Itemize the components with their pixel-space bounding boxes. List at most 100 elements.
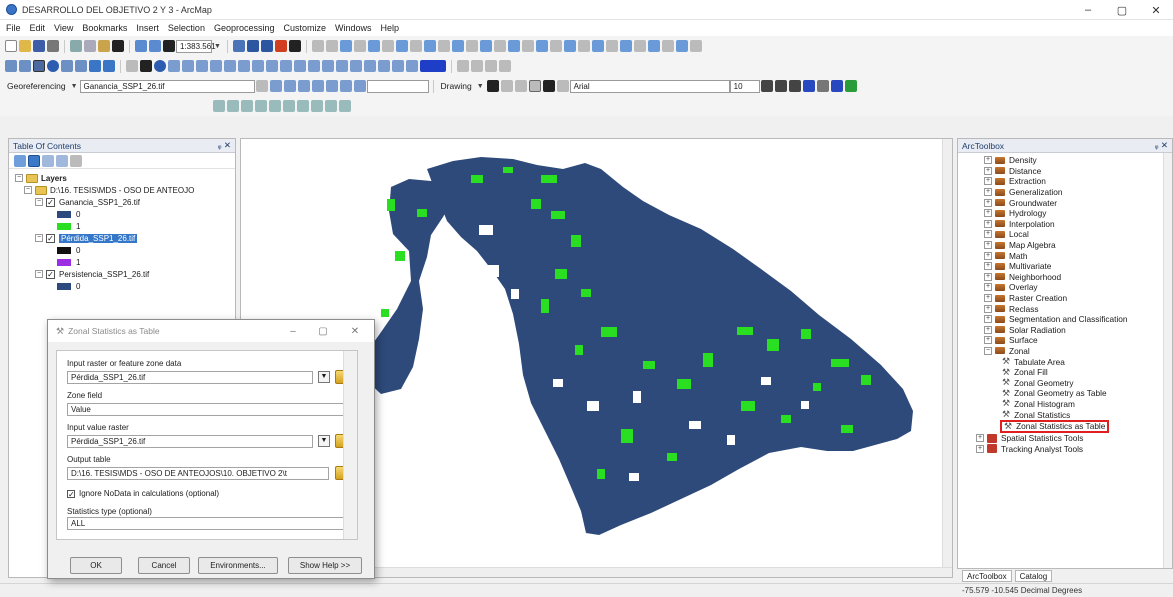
redo-icon[interactable] bbox=[149, 40, 161, 52]
font-color-icon[interactable] bbox=[802, 80, 815, 92]
tool-icon[interactable] bbox=[364, 60, 376, 72]
expand-icon[interactable]: + bbox=[984, 209, 992, 218]
ok-button[interactable]: OK bbox=[70, 557, 122, 574]
forward-icon[interactable] bbox=[103, 60, 115, 72]
expand-icon[interactable]: + bbox=[984, 166, 992, 175]
tool-icon[interactable] bbox=[395, 40, 408, 52]
expand-icon[interactable]: + bbox=[984, 283, 992, 292]
tool-icon[interactable] bbox=[325, 80, 338, 92]
tool-icon[interactable] bbox=[325, 100, 337, 112]
tool-icon[interactable] bbox=[294, 60, 306, 72]
tool-icon[interactable] bbox=[367, 40, 380, 52]
environments-button[interactable]: Environments... bbox=[198, 557, 278, 574]
show-help-button[interactable]: Show Help >> bbox=[288, 557, 362, 574]
save-icon[interactable] bbox=[33, 40, 45, 52]
paste-icon[interactable] bbox=[98, 40, 110, 52]
toc-layer-persistencia[interactable]: − ✓ Persistencia_SSP1_26.tif bbox=[9, 268, 235, 280]
menu-geoprocessing[interactable]: Geoprocessing bbox=[214, 23, 275, 33]
rotate-icon[interactable] bbox=[500, 80, 513, 92]
collapse-icon[interactable]: − bbox=[35, 234, 43, 242]
menu-view[interactable]: View bbox=[54, 23, 73, 33]
tool-icon[interactable] bbox=[283, 80, 296, 92]
tool-icon[interactable] bbox=[269, 100, 281, 112]
python-icon[interactable] bbox=[288, 40, 301, 52]
identify-icon[interactable] bbox=[154, 60, 166, 72]
tool-zonal-fill[interactable]: ⚒ Zonal Fill bbox=[984, 367, 1172, 378]
expand-icon[interactable]: + bbox=[984, 198, 992, 207]
tool-icon[interactable] bbox=[238, 60, 250, 72]
add-data-icon[interactable] bbox=[163, 40, 175, 52]
maximize-button[interactable]: ▢ bbox=[1105, 0, 1139, 20]
tool-icon[interactable] bbox=[457, 60, 469, 72]
collapse-icon[interactable]: − bbox=[24, 186, 32, 194]
expand-icon[interactable]: + bbox=[984, 304, 992, 313]
toolset-local[interactable]: + Local bbox=[984, 229, 1172, 240]
toc-layers-node[interactable]: − Layers bbox=[9, 172, 235, 184]
tool-icon[interactable] bbox=[689, 40, 702, 52]
zone-field-select[interactable]: Value bbox=[67, 403, 347, 416]
collapse-icon[interactable]: − bbox=[984, 346, 992, 355]
full-extent-icon[interactable] bbox=[47, 60, 59, 72]
expand-icon[interactable]: + bbox=[976, 444, 984, 453]
tool-icon[interactable] bbox=[499, 60, 511, 72]
tool-icon[interactable] bbox=[266, 60, 278, 72]
tool-icon[interactable] bbox=[605, 40, 618, 52]
tool-icon[interactable] bbox=[619, 40, 632, 52]
toolset-raster-creation[interactable]: + Raster Creation bbox=[984, 293, 1172, 304]
fixed-zoom-out-icon[interactable] bbox=[75, 60, 87, 72]
tool-icon[interactable] bbox=[675, 40, 688, 52]
new-document-icon[interactable] bbox=[5, 40, 17, 52]
tool-icon[interactable] bbox=[437, 40, 450, 52]
collapse-icon[interactable]: − bbox=[35, 270, 43, 278]
expand-icon[interactable]: + bbox=[984, 230, 992, 239]
tool-icon[interactable] bbox=[336, 60, 348, 72]
tool-icon[interactable] bbox=[556, 80, 569, 92]
toolset-math[interactable]: + Math bbox=[984, 250, 1172, 261]
tool-icon[interactable] bbox=[493, 40, 506, 52]
tool-icon[interactable] bbox=[465, 40, 478, 52]
pin-close-icon[interactable]: ᵩ ✕ bbox=[1155, 140, 1168, 151]
tool-zonal-geometry-as-table[interactable]: ⚒ Zonal Geometry as Table bbox=[984, 388, 1172, 399]
toolset-generalization[interactable]: + Generalization bbox=[984, 187, 1172, 198]
georeferencing-menu[interactable]: Georeferencing bbox=[7, 81, 66, 91]
font-name-select[interactable]: Arial bbox=[569, 79, 730, 93]
chevron-down-icon[interactable]: ▼ bbox=[71, 83, 78, 90]
tool-icon[interactable] bbox=[255, 100, 267, 112]
zoom-in-icon[interactable] bbox=[5, 60, 17, 72]
menu-windows[interactable]: Windows bbox=[335, 23, 372, 33]
chevron-down-icon[interactable]: ▼ bbox=[318, 371, 330, 383]
expand-icon[interactable]: + bbox=[984, 262, 992, 271]
minimize-button[interactable]: – bbox=[1071, 0, 1105, 20]
line-color-icon[interactable] bbox=[830, 80, 843, 92]
toolset-segmentation[interactable]: + Segmentation and Classification bbox=[984, 314, 1172, 325]
tool-icon[interactable] bbox=[297, 100, 309, 112]
ignore-nodata-option[interactable]: ✓ Ignore NoData in calculations (optiona… bbox=[67, 489, 219, 498]
open-icon[interactable] bbox=[19, 40, 31, 52]
expand-icon[interactable]: + bbox=[984, 315, 992, 324]
toc-layer-ganancia[interactable]: − ✓ Ganancia_SSP1_26.tif bbox=[9, 196, 235, 208]
tool-icon[interactable] bbox=[322, 60, 334, 72]
map-scale-field[interactable]: 1:383.561 bbox=[176, 39, 216, 53]
tool-zonal-histogram[interactable]: ⚒ Zonal Histogram bbox=[984, 398, 1172, 410]
tool-icon[interactable] bbox=[406, 60, 418, 72]
tool-icon[interactable] bbox=[549, 40, 562, 52]
list-by-drawing-order-icon[interactable] bbox=[14, 154, 26, 167]
tool-icon[interactable] bbox=[252, 60, 264, 72]
tool-icon[interactable] bbox=[311, 100, 323, 112]
arctoolbox-icon[interactable] bbox=[274, 40, 287, 52]
tool-icon[interactable] bbox=[577, 40, 590, 52]
tool-zonal-statistics-as-table[interactable]: ⚒ Zonal Statistics as Table bbox=[984, 419, 1172, 433]
italic-icon[interactable] bbox=[774, 80, 787, 92]
tool-icon[interactable] bbox=[227, 100, 239, 112]
tool-icon[interactable] bbox=[471, 60, 483, 72]
expand-icon[interactable]: + bbox=[984, 177, 992, 186]
expand-icon[interactable]: + bbox=[984, 325, 992, 334]
layer-visibility-checkbox[interactable]: ✓ bbox=[46, 197, 55, 207]
chevron-down-icon[interactable]: ▼ bbox=[318, 435, 330, 447]
map-vertical-scrollbar[interactable] bbox=[942, 139, 952, 569]
toolset-extraction[interactable]: + Extraction bbox=[984, 176, 1172, 187]
tool-icon[interactable] bbox=[311, 80, 324, 92]
tool-icon[interactable] bbox=[633, 40, 646, 52]
pin-close-icon[interactable]: ᵩ ✕ bbox=[218, 140, 231, 151]
tool-icon[interactable] bbox=[507, 40, 520, 52]
